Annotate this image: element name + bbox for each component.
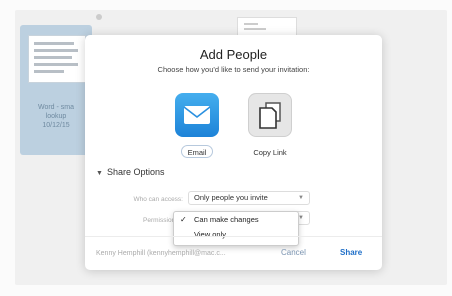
file-name-line-2: lookup [45, 113, 67, 120]
file-thumbnail [28, 35, 86, 83]
file-card-title: Word - sma lookup 10/12/15 [20, 103, 92, 130]
who-can-access-label: Who can access: [133, 196, 184, 203]
copy-documents-icon[interactable] [248, 93, 292, 137]
copy-link-option-label: Copy Link [253, 148, 287, 157]
menu-item-can-make-changes[interactable]: ✓ Can make changes [174, 213, 298, 227]
dialog-title: Add People [199, 47, 268, 62]
mail-envelope-icon[interactable] [175, 93, 219, 137]
dropdown-arrow-icon: ▼ [298, 195, 304, 201]
share-options-toggle[interactable]: ▼ Share Options [96, 167, 164, 177]
background-file-card[interactable]: Word - sma lookup 10/12/15 [20, 25, 92, 155]
checkmark-icon: ✓ [180, 215, 187, 224]
footer-divider [85, 236, 382, 237]
dialog-subtitle: Choose how you'd like to send your invit… [157, 65, 310, 74]
menu-item-view-only[interactable]: View only [174, 228, 298, 242]
menu-item-label: Can make changes [194, 215, 259, 224]
share-button[interactable]: Share [340, 248, 362, 257]
who-can-access-value: Only people you invite [194, 193, 268, 202]
copy-link-option[interactable]: Copy Link [230, 93, 310, 159]
permission-menu: ✓ Can make changes View only [173, 211, 299, 246]
email-option[interactable]: Email [157, 93, 237, 159]
file-name-line-1: Word - sma [37, 104, 75, 111]
who-can-access-select[interactable]: Only people you invite ▼ [188, 191, 310, 205]
sender-account: Kenny Hemphill (kennyhemphill@mac.c... [96, 250, 226, 257]
cancel-button[interactable]: Cancel [281, 248, 306, 257]
file-date: 10/12/15 [42, 122, 70, 129]
background-dot [96, 14, 102, 20]
share-options-label: Share Options [106, 167, 165, 177]
permission-label: Permission: [143, 217, 177, 224]
menu-item-label: View only [194, 230, 226, 239]
chevron-down-icon: ▼ [96, 170, 103, 177]
email-option-label: Email [187, 148, 207, 157]
add-people-dialog: Add People Choose how you'd like to send… [85, 35, 382, 270]
